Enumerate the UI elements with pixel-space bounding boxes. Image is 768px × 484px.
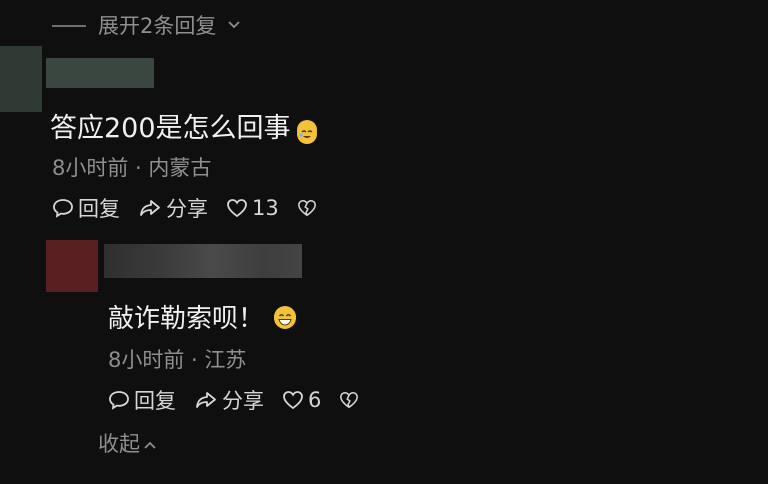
laughing-tear-emoji-icon [296,119,317,144]
collapse-label: 收起 [98,432,140,456]
collapse-replies-button[interactable]: 收起 [98,428,156,458]
share-button[interactable]: 分享 [194,385,264,415]
comment-text-content: 答应200是怎么回事 [50,113,291,144]
avatar[interactable] [46,240,98,292]
broken-heart-icon [297,198,317,218]
heart-icon [282,390,304,410]
heart-icon [226,198,248,218]
reply-comment-actions: 回复 分享 6 [108,385,377,415]
avatar[interactable] [0,46,42,112]
reply-button[interactable]: 回复 [108,385,176,415]
speech-bubble-icon [52,198,74,218]
dislike-button[interactable] [297,198,317,218]
share-arrow-icon [194,390,218,410]
expand-replies-row[interactable]: 展开2条回复 [52,8,241,42]
comment-actions: 回复 分享 13 [52,193,335,223]
divider-line [52,25,86,27]
like-count: 6 [308,388,322,412]
share-label: 分享 [222,389,264,413]
like-button[interactable]: 6 [282,388,321,412]
like-button[interactable]: 13 [226,196,279,220]
reply-comment-meta: 8小时前 · 江苏 [108,348,247,372]
username-blurred[interactable] [104,244,302,278]
like-count: 13 [252,196,279,220]
reply-comment-text: 敲诈勒索呗！ [108,298,297,335]
grinning-emoji-icon [274,305,297,329]
speech-bubble-icon [108,390,130,410]
comment-text: 答应200是怎么回事 [50,106,317,145]
username-blurred[interactable] [46,58,154,88]
share-arrow-icon [138,198,162,218]
expand-replies-label[interactable]: 展开2条回复 [98,10,216,40]
comment-meta: 8小时前 · 内蒙古 [52,156,212,180]
share-label: 分享 [166,197,208,221]
reply-comment-text-content: 敲诈勒索呗！ [108,304,265,334]
chevron-down-icon[interactable] [228,20,241,30]
broken-heart-icon [339,390,359,410]
reply-label: 回复 [78,197,120,221]
reply-button[interactable]: 回复 [52,193,120,223]
reply-label: 回复 [134,389,176,413]
share-button[interactable]: 分享 [138,193,208,223]
dislike-button[interactable] [339,390,359,410]
chevron-up-icon [144,431,156,455]
